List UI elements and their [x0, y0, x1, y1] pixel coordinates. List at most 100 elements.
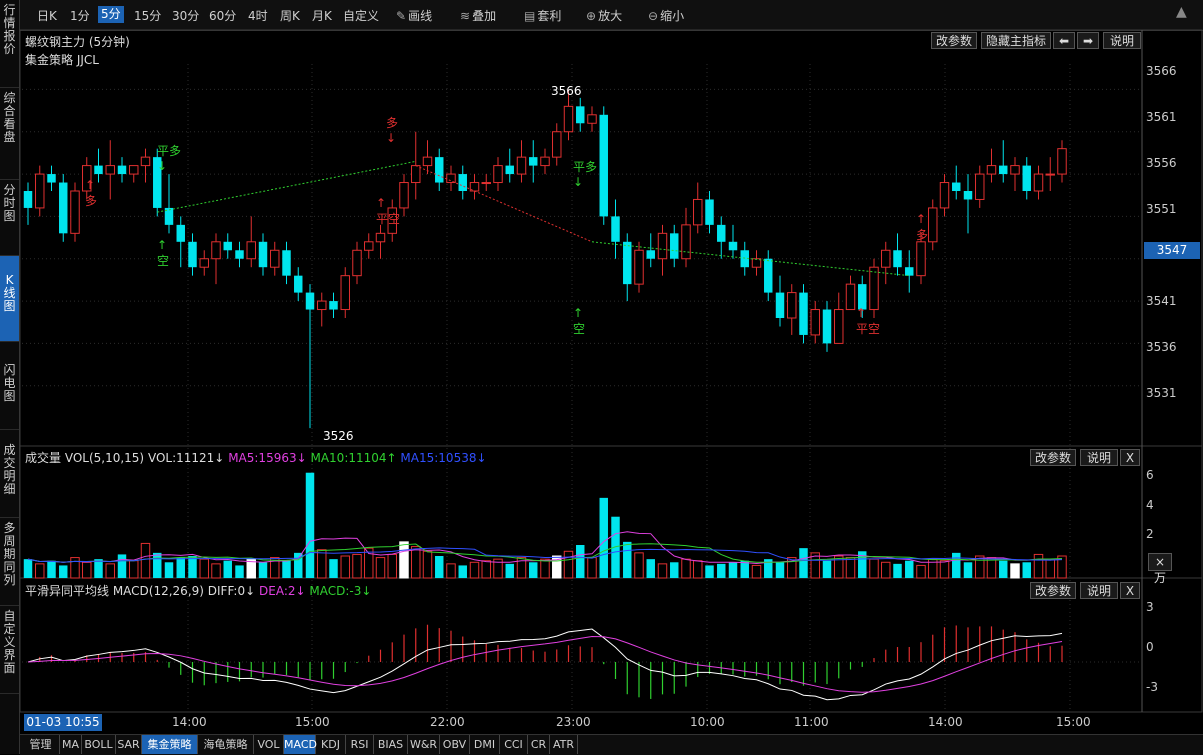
- signal-label: ↑ 多: [85, 178, 98, 208]
- indicator-tab[interactable]: VOL: [254, 735, 284, 754]
- indicator-tab[interactable]: KDJ: [316, 735, 346, 754]
- volume-bar: [317, 549, 327, 579]
- candle-body: [352, 249, 362, 277]
- macd-series: [22, 624, 1142, 701]
- volume-bar: [105, 563, 115, 579]
- macd-close-button[interactable]: X: [1120, 582, 1140, 599]
- candle-body: [799, 292, 808, 335]
- volume-bar: [481, 560, 491, 579]
- candle-body: [1022, 165, 1031, 191]
- indicator-tab[interactable]: RSI: [346, 735, 374, 754]
- candle-body: [952, 182, 961, 191]
- volume-bar: [623, 541, 632, 578]
- candle-body: [505, 165, 514, 175]
- indicator-tab[interactable]: BOLL: [82, 735, 116, 754]
- volume-title: 成交量 VOL(5,10,15): [25, 451, 145, 465]
- volume-bar: [70, 557, 80, 579]
- ma15-value: MA15:10538↓: [400, 451, 487, 465]
- candle-body: [905, 267, 914, 276]
- ma10-value: MA10:11104↑: [310, 451, 397, 465]
- candle-body: [834, 309, 844, 344]
- volume-help-button[interactable]: 说明: [1080, 449, 1118, 466]
- volume-bar: [47, 560, 56, 578]
- volume-close-button[interactable]: X: [1120, 449, 1140, 466]
- candle-body: [23, 191, 33, 208]
- volume-bar: [446, 563, 456, 579]
- volume-bar: [1045, 558, 1055, 579]
- volume-bar: [717, 563, 726, 578]
- indicator-tab[interactable]: ATR: [550, 735, 578, 754]
- indicator-tab[interactable]: 海龟策略: [198, 735, 254, 754]
- volume-bar: [646, 559, 655, 578]
- volume-bar: [282, 560, 291, 578]
- volume-bar: [881, 561, 891, 579]
- volume-params-button[interactable]: 改参数: [1030, 449, 1076, 466]
- candle-body: [47, 174, 56, 183]
- volume-bar: [1022, 562, 1031, 578]
- candle-body: [399, 182, 409, 209]
- candle-body: [94, 165, 103, 175]
- time-tick: 15:00: [295, 715, 330, 729]
- candlestick-series: [23, 89, 1067, 429]
- indicator-tab[interactable]: W&R: [408, 735, 440, 754]
- volume-series: [23, 472, 1067, 579]
- indicator-tab[interactable]: MA: [60, 735, 82, 754]
- price-tick: 3531: [1146, 386, 1177, 400]
- volume-bar: [599, 497, 608, 578]
- indicator-tab[interactable]: MACD: [284, 735, 317, 754]
- current-price-badge: 3547: [1144, 242, 1200, 259]
- candle-body: [657, 232, 668, 260]
- candle-body: [529, 157, 538, 166]
- candle-body: [329, 301, 338, 310]
- indicator-tab[interactable]: 管理: [22, 735, 60, 754]
- chart-grid: [19, 29, 1203, 713]
- candle-body: [305, 292, 315, 310]
- volume-bar: [176, 557, 185, 578]
- high-price-label: 3566: [551, 84, 582, 98]
- price-tick: 3561: [1146, 110, 1177, 124]
- volume-bar: [387, 553, 397, 579]
- candle-body: [340, 275, 350, 311]
- candle-body: [59, 182, 68, 234]
- macd-header: 平滑异同平均线 MACD(12,26,9) DIFF:0↓ DEA:2↓ MAC…: [25, 582, 371, 599]
- volume-bar: [305, 472, 315, 578]
- indicator-tab[interactable]: BIAS: [374, 735, 408, 754]
- volume-bar: [223, 560, 232, 578]
- candle-body: [893, 250, 902, 268]
- candle-body: [563, 105, 574, 133]
- candle-body: [258, 241, 268, 268]
- volume-tick: 4: [1146, 498, 1154, 512]
- volume-bar: [35, 563, 45, 579]
- candle-body: [764, 258, 773, 293]
- indicator-tab[interactable]: CCI: [500, 735, 528, 754]
- candle-body: [481, 182, 491, 185]
- indicator-tab-bar: 管理 MA BOLL SAR 集金策略 海龟策略 VOL MACD KDJ RSI BIAS W&R O…: [20, 734, 1203, 755]
- candle-body: [270, 249, 280, 268]
- macd-params-button[interactable]: 改参数: [1030, 582, 1076, 599]
- indicator-tab[interactable]: DMI: [470, 735, 500, 754]
- kline-chart[interactable]: [0, 0, 1203, 754]
- diff-value: DIFF:0↓: [207, 584, 256, 598]
- volume-bar: [117, 554, 127, 578]
- candle-body: [105, 165, 115, 175]
- indicator-tab[interactable]: CR: [528, 735, 550, 754]
- candle-body: [670, 233, 679, 259]
- volume-bar: [587, 557, 597, 579]
- candle-body: [599, 114, 608, 217]
- indicator-tab[interactable]: OBV: [440, 735, 470, 754]
- volume-bar: [352, 553, 362, 579]
- candle-body: [317, 300, 327, 311]
- volume-bar: [340, 555, 350, 579]
- volume-bar: [1033, 553, 1044, 579]
- volume-bar: [153, 552, 162, 578]
- macd-help-button[interactable]: 说明: [1080, 582, 1118, 599]
- signal-text: 平多: [573, 160, 598, 174]
- indicator-tab[interactable]: 集金策略: [142, 735, 198, 754]
- signal-text: 多: [916, 228, 929, 242]
- candle-body: [869, 266, 879, 311]
- candle-body: [223, 241, 232, 251]
- candle-body: [199, 258, 209, 268]
- candle-body: [1057, 148, 1067, 175]
- time-axis: 01-03 10:55 14:00 15:00 22:00 23:00 10:0…: [20, 712, 1203, 734]
- indicator-tab[interactable]: SAR: [116, 735, 142, 754]
